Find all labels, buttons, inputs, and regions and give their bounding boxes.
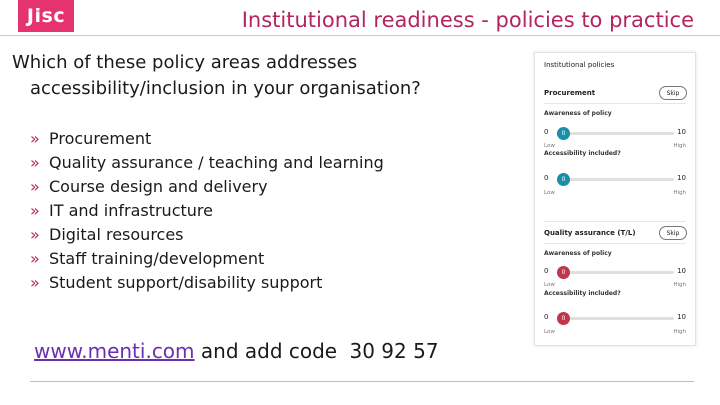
menti-code: 30 92 57 (349, 339, 439, 363)
title-divider (0, 35, 720, 36)
slider-track[interactable] (561, 178, 674, 181)
scale-low-label: Low (544, 329, 555, 335)
rating-slider[interactable]: 0 0 10 (544, 312, 686, 325)
policy-area-label: Course design and delivery (49, 177, 268, 196)
policy-areas-list: » Procurement » Quality assurance / teachi… (30, 127, 384, 295)
mentimeter-preview-panel: Institutional policies Procurement Skip … (534, 52, 696, 346)
policy-area-label: Quality assurance / teaching and learnin… (49, 153, 384, 172)
list-item: » IT and infrastructure (30, 199, 384, 223)
question-label: Accessibility included? (544, 150, 621, 157)
question-text: Which of these policy areas addresses ac… (12, 50, 512, 102)
slider-track[interactable] (561, 271, 674, 274)
skip-button[interactable]: Skip (659, 226, 687, 240)
slider-min: 0 (544, 128, 549, 136)
bullet-icon: » (30, 273, 40, 292)
list-item: » Student support/disability support (30, 271, 384, 295)
section-heading: Procurement (544, 89, 596, 97)
list-item: » Quality assurance / teaching and learni… (30, 151, 384, 175)
slider-max: 10 (677, 267, 686, 275)
question-label: Awareness of policy (544, 250, 612, 257)
scale-low-label: Low (544, 143, 555, 149)
slider-min: 0 (544, 174, 549, 182)
scale-low-label: Low (544, 282, 555, 288)
bullet-icon: » (30, 225, 40, 244)
slider-min: 0 (544, 267, 549, 275)
menti-link[interactable]: www.menti.com (34, 339, 195, 363)
rating-slider[interactable]: 0 0 10 (544, 173, 686, 186)
list-item: » Staff training/development (30, 247, 384, 271)
jisc-logo: Jisc (18, 0, 74, 32)
slider-track[interactable] (561, 132, 674, 135)
slider-knob[interactable]: 0 (557, 312, 570, 325)
bottom-divider (30, 381, 694, 382)
question-line-2: accessibility/inclusion in your organisa… (30, 78, 421, 99)
scale-high-label: High (673, 143, 686, 149)
footer-instruction: www.menti.com and add code 30 92 57 (34, 339, 439, 363)
section-divider (544, 103, 686, 104)
slider-track[interactable] (561, 317, 674, 320)
bullet-icon: » (30, 201, 40, 220)
scale-high-label: High (673, 190, 686, 196)
bullet-icon: » (30, 129, 40, 148)
bullet-icon: » (30, 153, 40, 172)
slider-min: 0 (544, 313, 549, 321)
rating-slider[interactable]: 0 0 10 (544, 266, 686, 279)
bullet-icon: » (30, 177, 40, 196)
slide-title: Institutional readiness - policies to pr… (241, 8, 694, 32)
slider-max: 10 (677, 313, 686, 321)
list-item: » Digital resources (30, 223, 384, 247)
policy-area-label: Student support/disability support (49, 273, 323, 292)
footer-middle-text: and add code (200, 339, 338, 363)
section-divider (544, 221, 686, 222)
slider-max: 10 (677, 174, 686, 182)
question-line-1: Which of these policy areas addresses (12, 52, 358, 73)
section-heading: Quality assurance (T/L) (544, 229, 636, 237)
policy-area-label: IT and infrastructure (49, 201, 213, 220)
bullet-icon: » (30, 249, 40, 268)
question-label: Accessibility included? (544, 290, 621, 297)
rating-slider[interactable]: 0 0 10 (544, 127, 686, 140)
skip-button[interactable]: Skip (659, 86, 687, 100)
slider-knob[interactable]: 0 (557, 127, 570, 140)
question-label: Awareness of policy (544, 110, 612, 117)
slider-max: 10 (677, 128, 686, 136)
slider-knob[interactable]: 0 (557, 266, 570, 279)
list-item: » Procurement (30, 127, 384, 151)
policy-area-label: Staff training/development (49, 249, 265, 268)
section-divider (544, 243, 686, 244)
panel-title: Institutional policies (544, 61, 615, 69)
policy-area-label: Digital resources (49, 225, 184, 244)
slider-knob[interactable]: 0 (557, 173, 570, 186)
scale-high-label: High (673, 329, 686, 335)
list-item: » Course design and delivery (30, 175, 384, 199)
scale-high-label: High (673, 282, 686, 288)
policy-area-label: Procurement (49, 129, 152, 148)
scale-low-label: Low (544, 190, 555, 196)
